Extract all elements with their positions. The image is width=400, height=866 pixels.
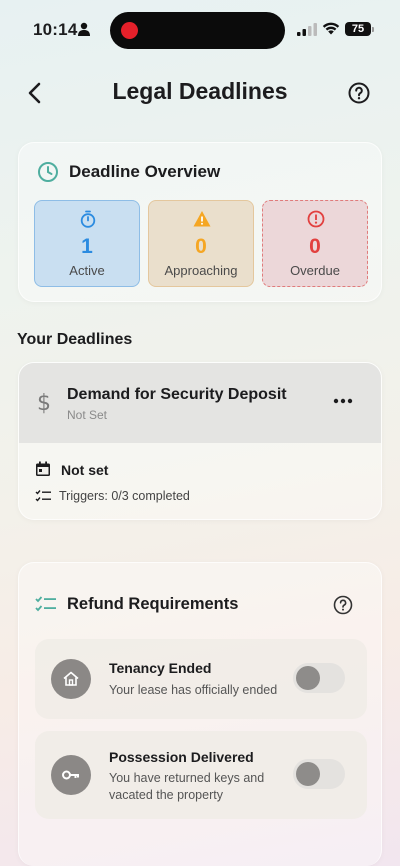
more-options-button[interactable] — [331, 393, 355, 409]
tenancy-ended-toggle[interactable] — [293, 663, 345, 693]
checklist-icon — [35, 490, 51, 502]
battery-tip — [372, 27, 374, 32]
triggers-progress: Triggers: 0/3 completed — [59, 489, 190, 503]
req-icon-circle — [51, 659, 91, 699]
toggle-knob — [296, 666, 320, 690]
stat-approaching-label: Approaching — [164, 263, 238, 278]
battery-indicator: 75 — [345, 22, 371, 36]
dynamic-island — [110, 12, 285, 49]
requirement-item-possession-delivered: Possession Delivered You have returned k… — [35, 731, 367, 819]
page-title: Legal Deadlines — [112, 78, 288, 104]
requirement-title: Possession Delivered — [109, 749, 254, 765]
warning-icon — [193, 211, 211, 227]
person-icon — [78, 22, 90, 36]
deadline-status: Not Set — [67, 408, 108, 422]
stat-active-count: 1 — [81, 235, 93, 258]
requirement-item-tenancy-ended: Tenancy Ended Your lease has officially … — [35, 639, 367, 719]
requirement-description: You have returned keys and vacated the p… — [109, 771, 265, 802]
stat-overdue[interactable]: 0 Overdue — [262, 200, 368, 287]
clock-icon — [38, 162, 58, 182]
stat-active[interactable]: 1 Active — [34, 200, 140, 287]
home-icon — [63, 671, 79, 686]
recording-indicator — [121, 22, 138, 39]
stat-approaching[interactable]: 0 Approaching — [148, 200, 254, 287]
your-deadlines-title: Your Deadlines — [17, 331, 133, 348]
deadline-date: Not set — [61, 462, 109, 478]
overview-header: Deadline Overview — [37, 161, 220, 183]
toggle-knob — [296, 762, 320, 786]
signal-icon — [297, 23, 317, 36]
stat-overdue-label: Overdue — [290, 263, 340, 278]
overview-title: Deadline Overview — [69, 162, 221, 181]
stat-overdue-count: 0 — [309, 235, 321, 258]
possession-delivered-toggle[interactable] — [293, 759, 345, 789]
help-icon[interactable] — [333, 595, 353, 615]
stat-approaching-count: 0 — [195, 235, 207, 258]
calendar-icon — [36, 461, 50, 476]
stat-active-label: Active — [69, 263, 105, 278]
help-button[interactable] — [348, 82, 370, 104]
req-icon-circle — [51, 755, 91, 795]
alert-circle-icon — [307, 210, 325, 228]
requirement-description: Your lease has officially ended — [109, 683, 278, 697]
refund-requirements-card: Refund Requirements Tenancy Ended Your l… — [18, 562, 382, 866]
wifi-icon — [322, 22, 340, 35]
key-icon — [62, 770, 79, 780]
status-time: 10:14 — [33, 20, 78, 39]
deadline-card[interactable]: $ Demand for Security Deposit Not Set No… — [18, 362, 382, 520]
dollar-icon: $ — [37, 391, 51, 416]
deadline-title: Demand for Security Deposit — [67, 386, 287, 403]
requirement-title: Tenancy Ended — [109, 660, 212, 676]
checklist-icon — [35, 596, 56, 612]
status-bar: 10:14 75 — [0, 0, 400, 60]
refund-requirements-title: Refund Requirements — [67, 595, 239, 613]
deadline-card-header: $ Demand for Security Deposit Not Set — [19, 363, 381, 443]
stopwatch-icon — [80, 210, 96, 228]
deadline-overview-card: Deadline Overview 1 Active 0 Approaching… — [18, 142, 382, 302]
